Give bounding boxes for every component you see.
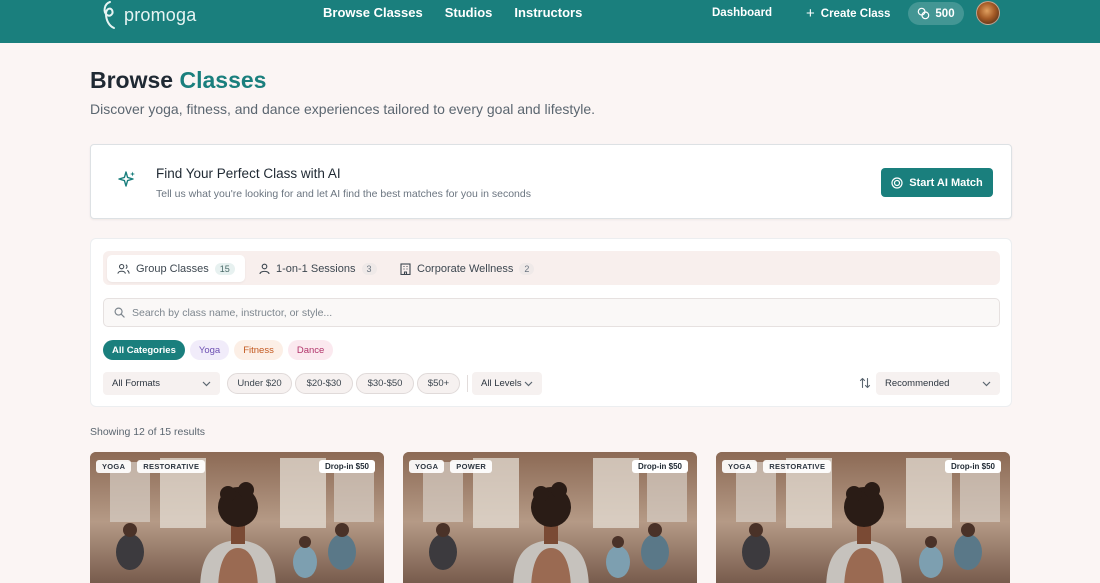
class-tag: YOGA [409, 460, 445, 473]
page-title: Browse Classes [90, 67, 266, 94]
class-card[interactable]: YOGA POWER Drop-in $50 [403, 452, 697, 583]
search-icon [114, 307, 125, 318]
start-ai-match-button[interactable]: Start AI Match [881, 168, 993, 197]
format-select[interactable]: All Formats [103, 372, 220, 395]
price-30-50[interactable]: $30-$50 [356, 373, 414, 394]
class-tags: YOGA POWER [409, 460, 493, 473]
tab-1-on-1-label: 1-on-1 Sessions [276, 262, 356, 275]
tab-corporate-wellness[interactable]: Corporate Wellness 2 [390, 255, 544, 282]
chip-all-categories[interactable]: All Categories [103, 340, 185, 360]
price-badge: Drop-in $50 [944, 460, 1001, 473]
tab-corporate-label: Corporate Wellness [417, 262, 514, 275]
filter-divider [467, 375, 468, 392]
category-chips: All Categories Yoga Fitness Dance [103, 340, 334, 360]
price-under-20[interactable]: Under $20 [227, 373, 292, 394]
class-card[interactable]: YOGA RESTORATIVE Drop-in $50 [90, 452, 384, 583]
class-type-tabs: Group Classes 15 1-on-1 Sessions 3 Corpo… [103, 251, 1000, 285]
users-icon [117, 263, 130, 274]
credits-badge[interactable]: 500 [908, 2, 964, 25]
page-title-part1: Browse [90, 67, 174, 93]
sparkles-icon [118, 171, 135, 187]
sort-select-value: Recommended [885, 378, 950, 389]
results-count: Showing 12 of 15 results [90, 426, 205, 438]
chevron-down-icon [524, 381, 533, 386]
start-ai-match-label: Start AI Match [909, 176, 983, 189]
class-tag: YOGA [722, 460, 758, 473]
level-select[interactable]: All Levels [472, 372, 542, 395]
tab-group-classes-label: Group Classes [136, 262, 209, 275]
level-select-value: All Levels [481, 378, 522, 389]
target-icon [891, 176, 903, 189]
tab-group-classes-count: 15 [214, 262, 235, 275]
format-select-value: All Formats [112, 378, 161, 389]
logo-icon [103, 1, 115, 29]
tab-1-on-1-sessions[interactable]: 1-on-1 Sessions 3 [249, 255, 387, 282]
filter-row: All Formats Under $20 $20-$30 $30-$50 $5… [103, 372, 1000, 395]
nav-instructors[interactable]: Instructors [514, 5, 582, 20]
brand-name: promoga [124, 4, 197, 25]
class-tag: POWER [450, 460, 493, 473]
search-bar [103, 298, 1000, 327]
chevron-down-icon [982, 381, 991, 386]
price-20-30[interactable]: $20-$30 [295, 373, 353, 394]
filter-panel: Group Classes 15 1-on-1 Sessions 3 Corpo… [90, 238, 1012, 407]
main-nav: Browse Classes Studios Instructors [323, 5, 604, 20]
tab-group-classes[interactable]: Group Classes 15 [107, 255, 245, 282]
tab-corporate-count: 2 [519, 262, 535, 275]
sort-icon[interactable] [859, 377, 871, 389]
credits-count: 500 [935, 7, 955, 20]
tab-1-on-1-count: 3 [361, 262, 377, 275]
ai-match-description: Tell us what you're looking for and let … [156, 188, 531, 200]
price-50-plus[interactable]: $50+ [417, 373, 460, 394]
class-tags: YOGA RESTORATIVE [96, 460, 206, 473]
chevron-down-icon [202, 381, 211, 386]
nav-dashboard[interactable]: Dashboard [712, 7, 772, 19]
brand-logo[interactable]: promoga [100, 0, 196, 30]
building-icon [400, 262, 411, 275]
nav-studios[interactable]: Studios [445, 5, 493, 20]
user-avatar[interactable] [976, 1, 1000, 25]
price-badge: Drop-in $50 [318, 460, 375, 473]
create-class-label: Create Class [820, 7, 891, 20]
ai-match-title: Find Your Perfect Class with AI [156, 166, 341, 181]
user-icon [259, 263, 270, 274]
page-subtitle: Discover yoga, fitness, and dance experi… [90, 101, 596, 117]
class-card[interactable]: YOGA RESTORATIVE Drop-in $50 [716, 452, 1010, 583]
coins-icon [918, 7, 930, 20]
chip-fitness[interactable]: Fitness [234, 340, 283, 360]
chip-yoga[interactable]: Yoga [189, 340, 230, 360]
page-title-part2: Classes [179, 67, 267, 93]
sort-select[interactable]: Recommended [876, 372, 1000, 395]
class-tags: YOGA RESTORATIVE [722, 460, 832, 473]
search-input[interactable] [132, 306, 932, 319]
class-tag: RESTORATIVE [137, 460, 206, 473]
top-nav: promoga Browse Classes Studios Instructo… [0, 0, 1100, 43]
chip-dance[interactable]: Dance [287, 340, 334, 360]
plus-icon: + [806, 5, 815, 22]
nav-browse-classes[interactable]: Browse Classes [323, 5, 423, 20]
class-tag: YOGA [96, 460, 132, 473]
price-badge: Drop-in $50 [631, 460, 688, 473]
ai-match-card: Find Your Perfect Class with AI Tell us … [90, 144, 1012, 219]
create-class-button[interactable]: + Create Class [806, 6, 890, 21]
class-tag: RESTORATIVE [763, 460, 832, 473]
